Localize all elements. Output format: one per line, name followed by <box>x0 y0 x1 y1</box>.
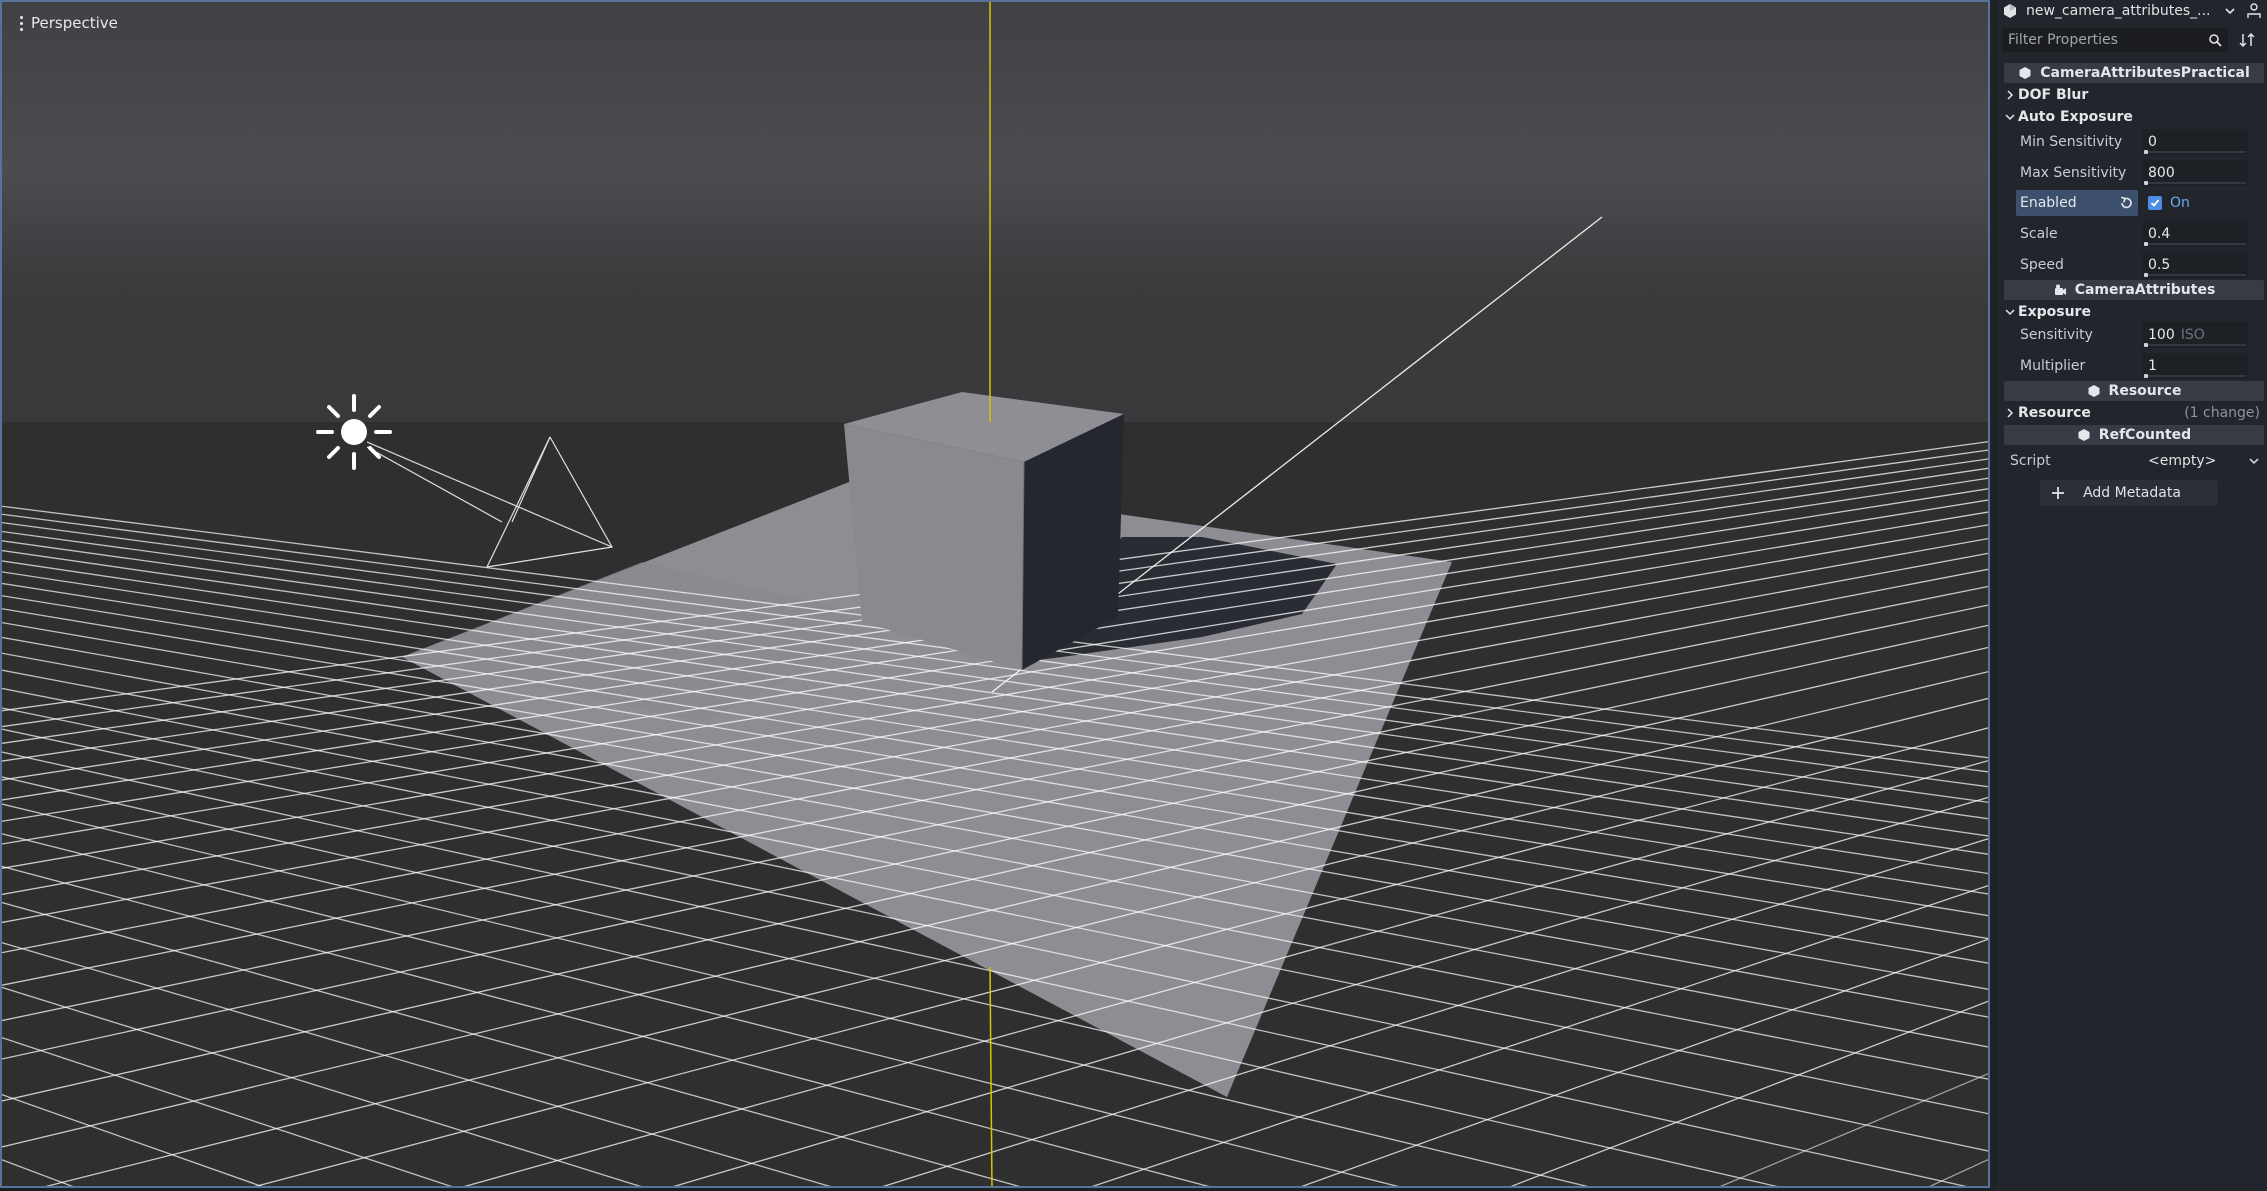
prop-label-enabled: Enabled <box>2016 190 2138 216</box>
filter-properties-input[interactable]: Filter Properties <box>2002 28 2228 52</box>
camera-attributes-icon <box>2054 284 2066 295</box>
section-dof-blur[interactable]: DOF Blur <box>2004 85 2264 105</box>
resource-icon <box>2078 429 2090 441</box>
prop-label: Scale <box>2020 226 2058 242</box>
prop-script: Script <empty> <box>2010 450 2264 472</box>
prop-label: Max Sensitivity <box>2020 165 2127 181</box>
search-icon <box>2209 34 2222 47</box>
prop-label: Enabled <box>2020 195 2077 211</box>
filter-row: Filter Properties <box>1998 28 2267 52</box>
resource-change-count: (1 change) <box>2184 405 2260 421</box>
prop-label: Speed <box>2020 257 2064 273</box>
light-gizmo[interactable] <box>316 394 392 470</box>
sensitivity-suffix: ISO <box>2180 327 2205 343</box>
chevron-down-icon <box>2005 114 2015 121</box>
category-label: RefCounted <box>2098 427 2192 443</box>
prop-label: Min Sensitivity <box>2020 134 2123 150</box>
prop-min-sensitivity: Min Sensitivity 0 <box>2016 129 2264 155</box>
add-metadata-label: Add Metadata <box>2083 485 2181 501</box>
scene-render[interactable] <box>2 2 1990 1188</box>
sky <box>2 2 1988 282</box>
prop-scale: Scale 0.4 <box>2016 221 2264 247</box>
add-metadata-button[interactable]: Add Metadata <box>2040 480 2218 506</box>
scale-spinbox[interactable]: 0.4 <box>2142 221 2248 247</box>
category-camera-attributes-practical: CameraAttributesPractical <box>2004 63 2264 83</box>
sensitivity-value: 100 <box>2148 327 2175 343</box>
enabled-checkbox[interactable] <box>2148 196 2162 210</box>
category-label: CameraAttributesPractical <box>2040 65 2250 81</box>
enabled-checkbox-field[interactable]: On <box>2142 190 2248 216</box>
section-label: Exposure <box>2018 304 2091 320</box>
script-value[interactable]: <empty> <box>2148 453 2248 469</box>
prop-sensitivity: Sensitivity 100 ISO <box>2016 322 2264 348</box>
chevron-down-icon <box>2005 309 2015 316</box>
section-label: Resource <box>2018 405 2091 421</box>
category-resource: Resource <box>2004 381 2264 401</box>
inspector-panel: new_camera_attributes_... Filter Propert… <box>1998 0 2267 1191</box>
prop-speed: Speed 0.5 <box>2016 252 2264 278</box>
section-label: DOF Blur <box>2018 87 2089 103</box>
category-label: CameraAttributes <box>2074 282 2216 298</box>
object-properties-icon[interactable] <box>2245 2 2263 20</box>
revert-icon[interactable] <box>2118 195 2134 211</box>
panel-splitter[interactable] <box>1990 0 1998 1191</box>
inspector-header: new_camera_attributes_... <box>1998 0 2267 22</box>
chevron-down-icon[interactable] <box>2223 4 2237 18</box>
resource-name[interactable]: new_camera_attributes_... <box>2026 3 2223 19</box>
prop-label: Script <box>2010 453 2051 469</box>
resource-icon <box>2004 4 2016 18</box>
max-sensitivity-spinbox[interactable]: 800 <box>2142 160 2248 186</box>
prop-label: Sensitivity <box>2020 327 2093 343</box>
chevron-right-icon <box>2007 90 2014 100</box>
kebab-menu-icon <box>20 15 23 31</box>
enabled-value: On <box>2170 195 2190 211</box>
plus-icon <box>2052 487 2064 499</box>
chevron-down-icon[interactable] <box>2248 455 2260 467</box>
sort-properties-icon[interactable] <box>2238 31 2256 49</box>
filter-placeholder: Filter Properties <box>2008 32 2118 48</box>
sensitivity-spinbox[interactable]: 100 ISO <box>2142 322 2248 348</box>
multiplier-spinbox[interactable]: 1 <box>2142 353 2248 379</box>
category-camera-attributes: CameraAttributes <box>2004 280 2264 300</box>
chevron-right-icon <box>2007 408 2014 418</box>
prop-max-sensitivity: Max Sensitivity 800 <box>2016 160 2264 186</box>
prop-label: Multiplier <box>2020 358 2086 374</box>
section-exposure[interactable]: Exposure <box>2004 302 2264 322</box>
section-label: Auto Exposure <box>2018 109 2133 125</box>
prop-enabled: Enabled On <box>2016 190 2264 216</box>
resource-icon <box>2088 385 2100 397</box>
section-auto-exposure[interactable]: Auto Exposure <box>2004 107 2264 127</box>
prop-multiplier: Multiplier 1 <box>2016 353 2264 379</box>
min-sensitivity-spinbox[interactable]: 0 <box>2142 129 2248 155</box>
viewport-perspective-menu[interactable]: Perspective <box>14 10 124 36</box>
resource-icon <box>2019 67 2031 79</box>
perspective-label: Perspective <box>31 14 118 32</box>
checkmark-icon <box>2150 199 2160 207</box>
speed-spinbox[interactable]: 0.5 <box>2142 252 2248 278</box>
3d-viewport[interactable]: Perspective <box>0 0 1990 1188</box>
category-refcounted: RefCounted <box>2004 425 2264 445</box>
category-label: Resource <box>2108 383 2182 399</box>
section-resource[interactable]: Resource (1 change) <box>2004 403 2264 423</box>
